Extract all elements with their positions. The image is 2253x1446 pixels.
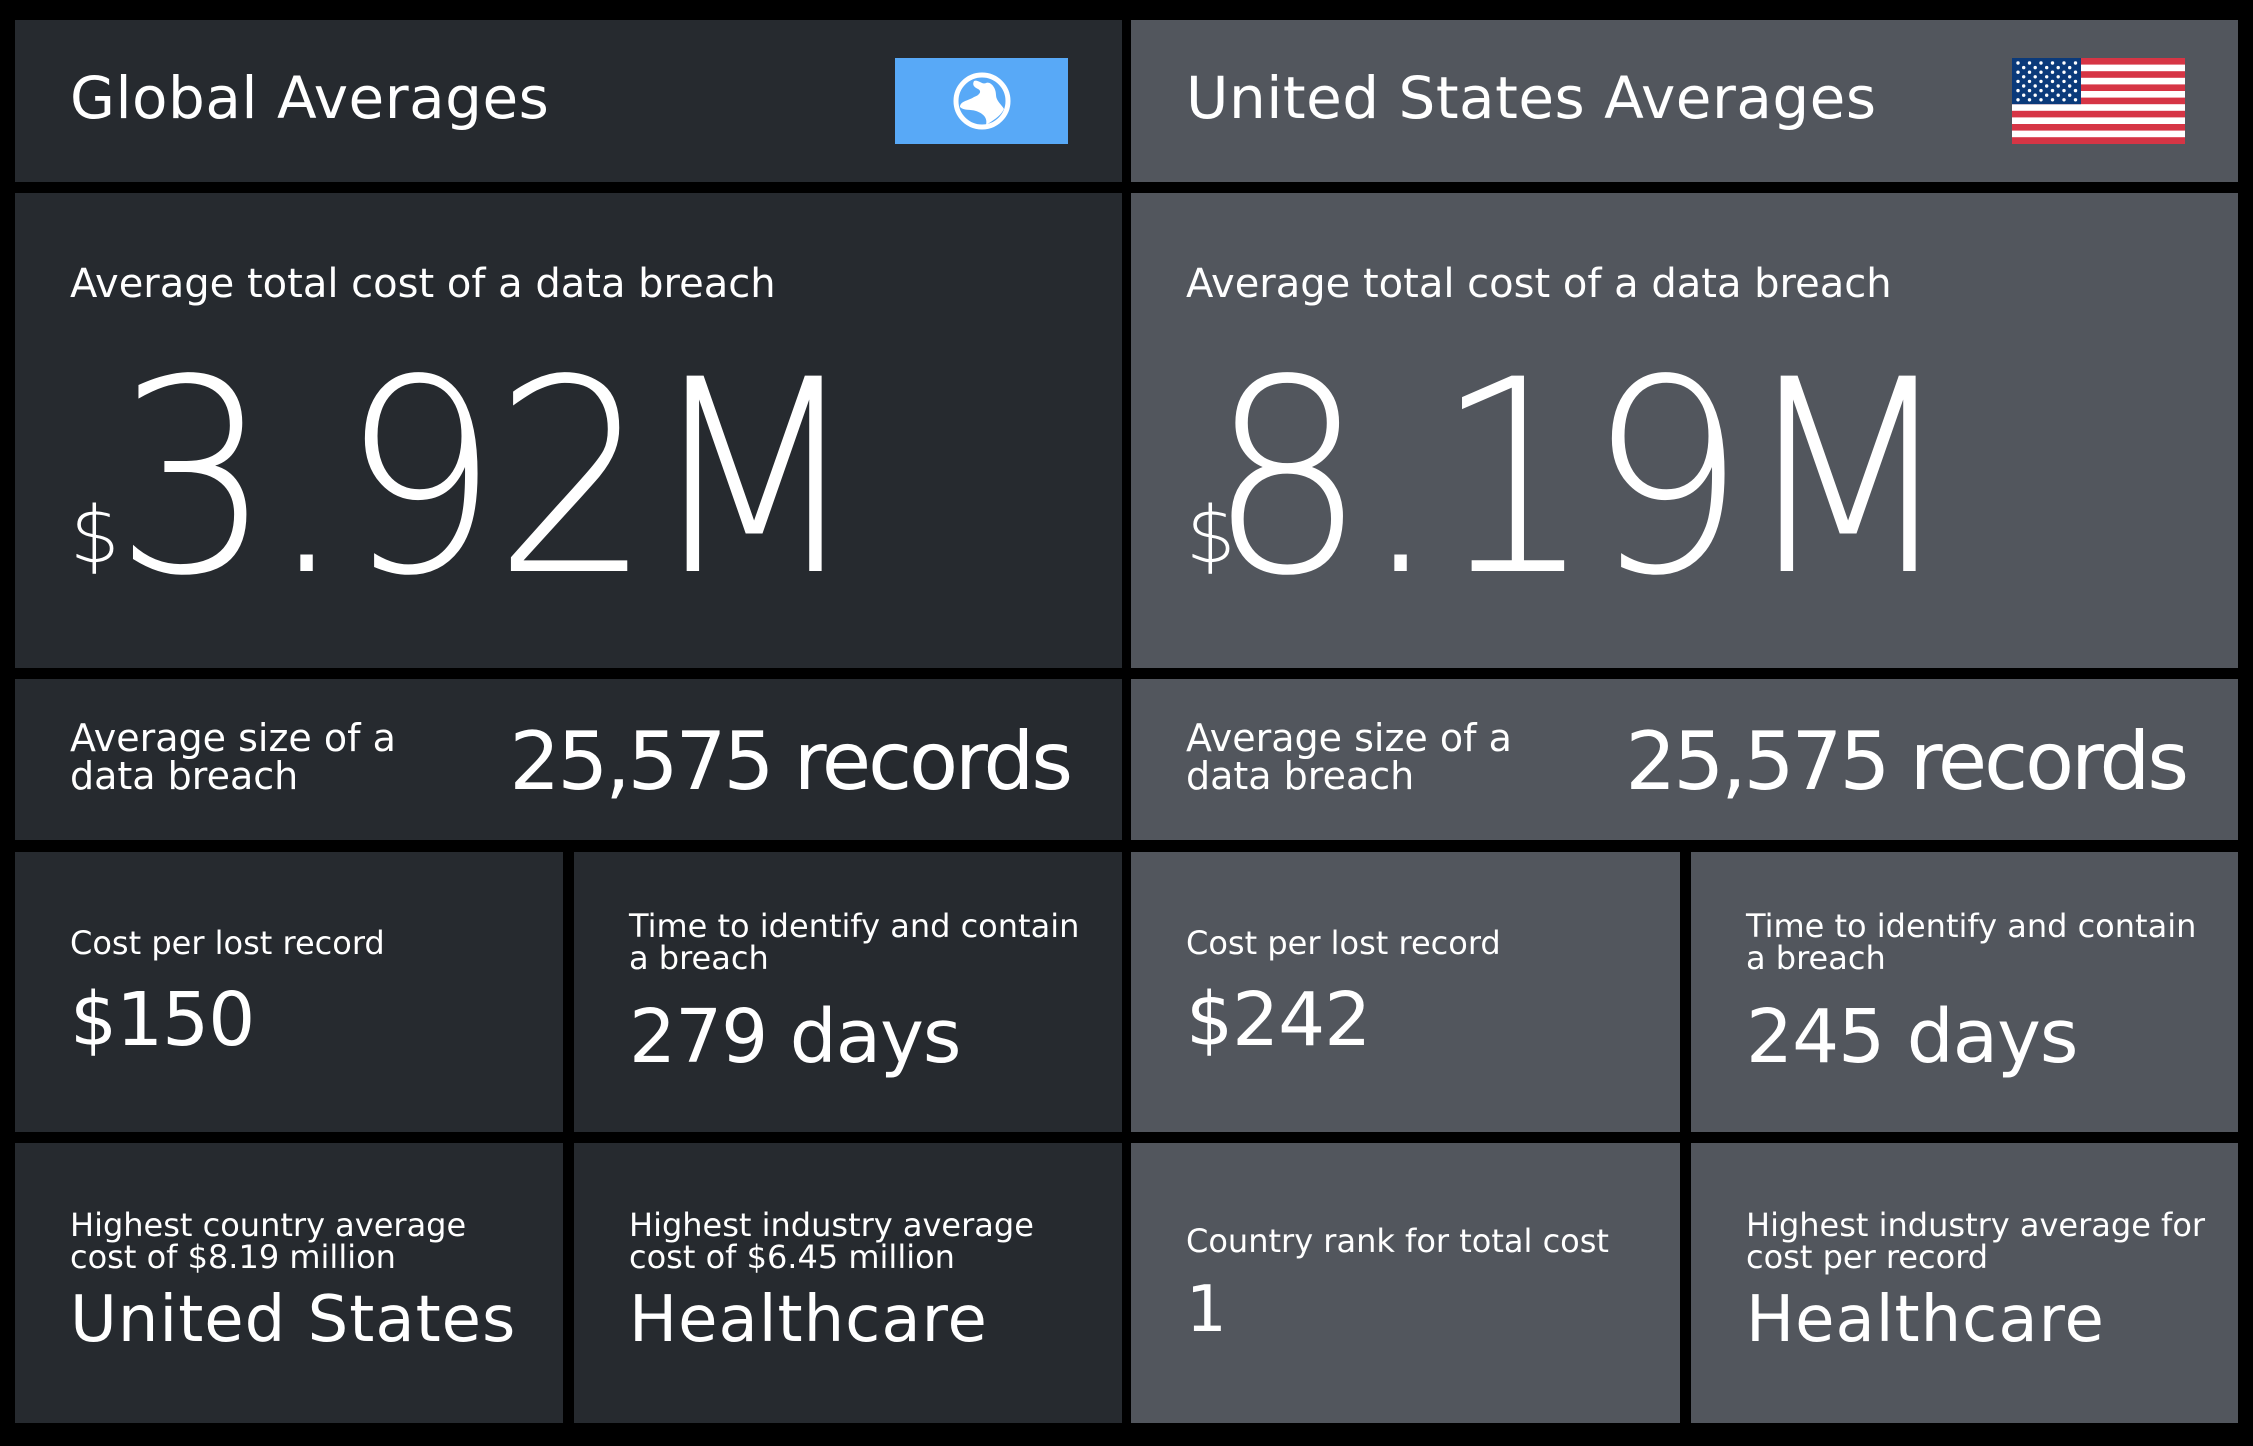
global-highest-country-value: United States bbox=[70, 1283, 517, 1357]
us-total-cost-label: Average total cost of a data breach bbox=[1186, 261, 1892, 307]
us-country-rank-panel: Country rank for total cost 1 bbox=[1131, 1143, 1680, 1423]
us-time-to-contain-label: Time to identify and contain a breach bbox=[1746, 907, 2197, 977]
us-country-rank-label: Country rank for total cost bbox=[1186, 1222, 1609, 1260]
global-time-to-contain-panel: Time to identify and contain a breach 27… bbox=[574, 852, 1122, 1132]
global-records-label: Average size of a data breach bbox=[70, 716, 396, 798]
global-cost-per-record-label: Cost per lost record bbox=[70, 924, 385, 962]
us-header-panel: United States Averages bbox=[1131, 20, 2238, 182]
us-highest-industry-value: Healthcare bbox=[1746, 1283, 2105, 1357]
global-total-cost-number: 3.92M bbox=[113, 323, 862, 635]
global-highest-industry-label: Highest industry average cost of $6.45 m… bbox=[629, 1206, 1034, 1276]
global-time-to-contain-value: 279 days bbox=[629, 994, 961, 1080]
us-flag-icon bbox=[2012, 58, 2185, 144]
global-highest-industry-value: Healthcare bbox=[629, 1283, 988, 1357]
global-highest-country-label: Highest country average cost of $8.19 mi… bbox=[70, 1206, 467, 1276]
globe-icon bbox=[895, 58, 1068, 144]
us-header-title: United States Averages bbox=[1186, 64, 1877, 132]
us-cost-per-record-panel: Cost per lost record $242 bbox=[1131, 852, 1680, 1132]
currency-symbol: $ bbox=[70, 491, 120, 581]
us-highest-industry-panel: Highest industry average for cost per re… bbox=[1691, 1143, 2238, 1423]
global-total-cost-value: $ 3.92M bbox=[70, 323, 912, 613]
us-time-to-contain-value: 245 days bbox=[1746, 994, 2078, 1080]
global-total-cost-label: Average total cost of a data breach bbox=[70, 261, 776, 307]
global-records-value: 25,575 records bbox=[509, 715, 1073, 808]
us-time-to-contain-panel: Time to identify and contain a breach 24… bbox=[1691, 852, 2238, 1132]
us-highest-industry-label: Highest industry average for cost per re… bbox=[1746, 1206, 2206, 1276]
us-total-cost-panel: Average total cost of a data breach $ 8.… bbox=[1131, 193, 2238, 668]
us-cost-per-record-value: $242 bbox=[1186, 977, 1371, 1063]
us-records-panel: Average size of a data breach 25,575 rec… bbox=[1131, 679, 2238, 840]
global-total-cost-panel: Average total cost of a data breach $ 3.… bbox=[15, 193, 1122, 668]
global-records-panel: Average size of a data breach 25,575 rec… bbox=[15, 679, 1122, 840]
global-cost-per-record-panel: Cost per lost record $150 bbox=[15, 852, 563, 1132]
global-header-panel: Global Averages bbox=[15, 20, 1122, 182]
global-time-to-contain-label: Time to identify and contain a breach bbox=[629, 907, 1080, 977]
us-total-cost-value: $ 8.19M bbox=[1186, 323, 2006, 613]
global-highest-country-panel: Highest country average cost of $8.19 mi… bbox=[15, 1143, 563, 1423]
global-header-title: Global Averages bbox=[70, 64, 550, 132]
global-cost-per-record-value: $150 bbox=[70, 977, 255, 1063]
us-total-cost-number: 8.19M bbox=[1207, 323, 1956, 635]
us-records-label: Average size of a data breach bbox=[1186, 716, 1512, 798]
us-cost-per-record-label: Cost per lost record bbox=[1186, 924, 1501, 962]
us-records-value: 25,575 records bbox=[1625, 715, 2189, 808]
us-country-rank-value: 1 bbox=[1186, 1273, 1228, 1347]
global-highest-industry-panel: Highest industry average cost of $6.45 m… bbox=[574, 1143, 1122, 1423]
